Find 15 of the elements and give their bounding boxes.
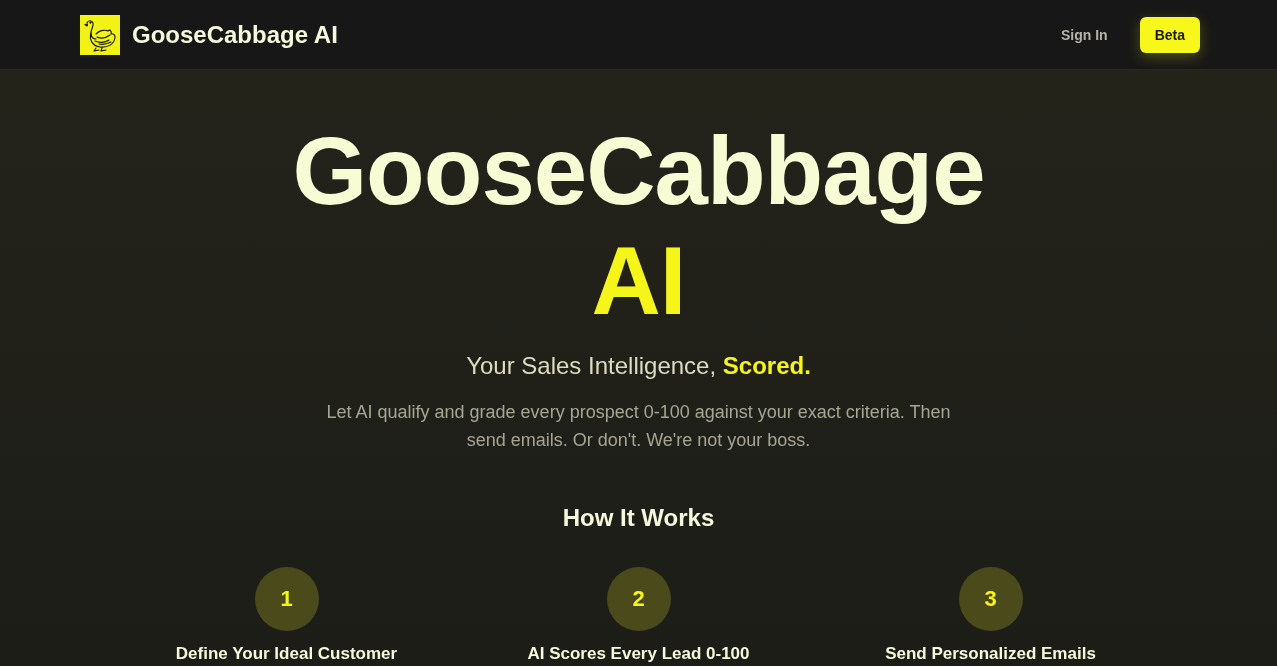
step-title: Define Your Ideal Customer	[175, 644, 398, 664]
step-title: Send Personalized Emails	[885, 644, 1096, 664]
step-number: 1	[254, 567, 319, 631]
hero-title-accent: AI	[591, 226, 686, 336]
brand-name[interactable]: GooseCabbage AI	[132, 20, 338, 49]
hero-description: Let AI qualify and grade every prospect 0-100 against your exact criteria. Then send emails. Or don't. We're not your boss.	[325, 401, 952, 452]
beta-button[interactable]: Beta	[1139, 16, 1200, 53]
tagline: Your Sales Intelligence, Scored.	[466, 351, 811, 381]
goose-logo-icon[interactable]	[80, 14, 120, 55]
section-heading: How It Works	[562, 503, 715, 533]
sign-in-link[interactable]: Sign In	[1060, 26, 1108, 43]
step-number: 3	[958, 567, 1023, 631]
hero-title: GooseCabbage	[292, 116, 985, 226]
step-number: 2	[606, 567, 671, 631]
step-title: AI Scores Every Lead 0-100	[527, 644, 750, 664]
